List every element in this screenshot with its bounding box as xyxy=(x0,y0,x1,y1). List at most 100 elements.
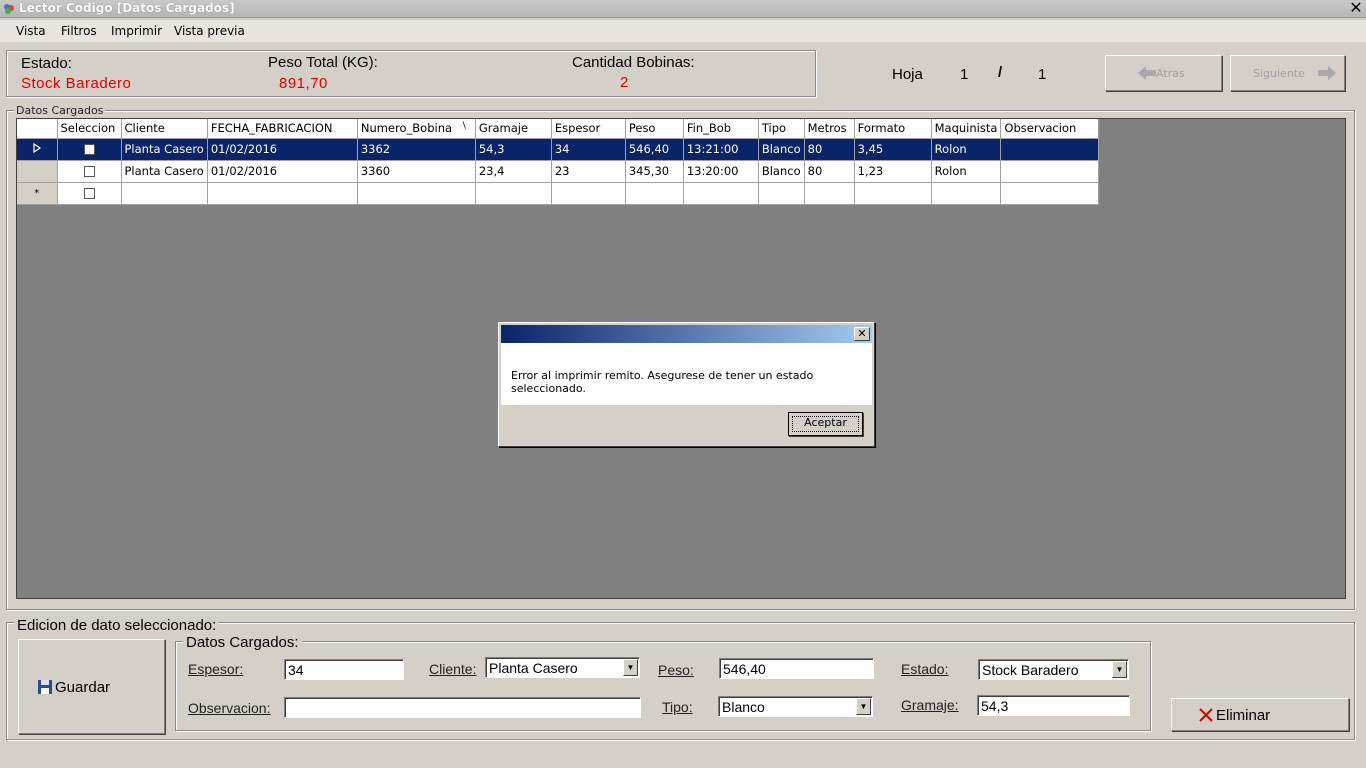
eliminar-label: Eliminar xyxy=(1216,707,1271,724)
hoja-label: Hoja xyxy=(892,66,923,83)
peso-label: Peso: xyxy=(658,662,694,678)
col-header-peso[interactable]: Peso xyxy=(625,119,684,139)
edit-group-label: Edicion de dato seleccionado: xyxy=(14,617,220,634)
cell-fin-bob[interactable]: 13:20:00 xyxy=(683,160,759,183)
estado-select[interactable]: Stock Baradero ▼ xyxy=(978,659,1129,680)
col-header-numero-bobina-label: Numero_Bobina xyxy=(360,121,453,136)
empty-cell[interactable] xyxy=(121,182,208,205)
seleccion-checkbox[interactable] xyxy=(83,166,95,177)
col-header-maquinista[interactable]: Maquinista xyxy=(931,119,1002,139)
seleccion-cell[interactable] xyxy=(57,182,122,205)
empty-cell[interactable] xyxy=(625,182,684,205)
menu-imprimir[interactable]: Imprimir xyxy=(111,24,162,38)
chevron-down-icon[interactable]: ▼ xyxy=(856,698,871,715)
cell-formato[interactable]: 3,45 xyxy=(854,138,932,161)
cantidad-bobinas-value: 2 xyxy=(620,74,629,91)
cell-observacion[interactable] xyxy=(1000,160,1100,183)
cell-cliente[interactable]: Planta Casero xyxy=(121,138,208,161)
error-dialog: ✕ Error al imprimir remito. Asegurese de… xyxy=(498,322,875,447)
peso-input[interactable]: 546,40 xyxy=(719,658,874,679)
cell-maquinista[interactable]: Rolon xyxy=(931,160,1002,183)
menu-vista[interactable]: Vista xyxy=(16,24,46,38)
col-header-formato[interactable]: Formato xyxy=(854,119,932,139)
col-header-numero-bobina[interactable]: Numero_Bobina \ xyxy=(357,119,476,139)
delete-x-icon xyxy=(1199,708,1213,722)
data-grid: Seleccion Cliente FECHA_FABRICACION Nume… xyxy=(17,119,1100,205)
col-header-espesor[interactable]: Espesor xyxy=(551,119,626,139)
col-header-gramaje[interactable]: Gramaje xyxy=(475,119,552,139)
observacion-input[interactable] xyxy=(284,697,641,718)
col-header-cliente[interactable]: Cliente xyxy=(121,119,208,139)
cell-peso[interactable]: 546,40 xyxy=(625,138,684,161)
cliente-select[interactable]: Planta Casero ▼ xyxy=(485,657,640,678)
col-header-tipo[interactable]: Tipo xyxy=(758,119,805,139)
cell-gramaje[interactable]: 23,4 xyxy=(475,160,552,183)
peso-total-value: 891,70 xyxy=(279,75,328,92)
cell-fecha[interactable]: 01/02/2016 xyxy=(207,138,358,161)
empty-cell[interactable] xyxy=(1000,182,1100,205)
espesor-input[interactable]: 34 xyxy=(284,659,404,680)
empty-cell[interactable] xyxy=(854,182,932,205)
gramaje-input[interactable]: 54,3 xyxy=(977,695,1130,716)
col-header-fin-bob[interactable]: Fin_Bob xyxy=(683,119,759,139)
menu-filtros[interactable]: Filtros xyxy=(61,24,97,38)
eliminar-button[interactable]: Eliminar xyxy=(1171,698,1349,731)
row-selector[interactable] xyxy=(17,138,58,161)
cell-tipo[interactable]: Blanco xyxy=(758,138,805,161)
empty-cell[interactable] xyxy=(758,182,805,205)
cell-metros[interactable]: 80 xyxy=(804,160,855,183)
col-header-fecha-fabricacion[interactable]: FECHA_FABRICACION xyxy=(207,119,358,139)
cell-numero-bobina[interactable]: 3360 xyxy=(357,160,476,183)
chevron-down-icon[interactable]: ▼ xyxy=(1112,661,1127,678)
cell-fecha[interactable]: 01/02/2016 xyxy=(207,160,358,183)
cell-espesor[interactable]: 34 xyxy=(551,138,626,161)
cell-espesor[interactable]: 23 xyxy=(551,160,626,183)
col-header-seleccion[interactable]: Seleccion xyxy=(57,119,122,139)
seleccion-checkbox[interactable] xyxy=(83,144,95,155)
cell-observacion[interactable] xyxy=(1000,138,1100,161)
cell-fin-bob[interactable]: 13:21:00 xyxy=(683,138,759,161)
tipo-label: Tipo: xyxy=(662,699,693,715)
dialog-message: Error al imprimir remito. Asegurese de t… xyxy=(511,369,814,395)
empty-cell[interactable] xyxy=(357,182,476,205)
peso-total-label: Peso Total (KG): xyxy=(268,54,378,71)
atras-button[interactable]: Atras xyxy=(1105,55,1222,91)
table-row[interactable]: Planta Casero 01/02/2016 3362 54,3 34 54… xyxy=(17,138,1100,161)
menu-bar: Vista Filtros Imprimir Vista previa xyxy=(0,20,1366,42)
seleccion-checkbox[interactable] xyxy=(83,188,95,199)
window-close-icon[interactable]: ✕ xyxy=(1348,0,1364,16)
cell-metros[interactable]: 80 xyxy=(804,138,855,161)
guardar-button[interactable]: Guardar xyxy=(18,639,165,734)
cell-numero-bobina[interactable]: 3362 xyxy=(357,138,476,161)
empty-cell[interactable] xyxy=(207,182,358,205)
new-row[interactable]: * xyxy=(17,182,1100,205)
dialog-close-icon[interactable]: ✕ xyxy=(854,327,870,341)
tipo-select[interactable]: Blanco ▼ xyxy=(718,696,873,717)
seleccion-cell[interactable] xyxy=(57,138,122,161)
chevron-down-icon[interactable]: ▼ xyxy=(623,659,638,676)
seleccion-cell[interactable] xyxy=(57,160,122,183)
empty-cell[interactable] xyxy=(475,182,552,205)
col-header-metros[interactable]: Metros xyxy=(804,119,855,139)
row-selector[interactable] xyxy=(17,160,58,183)
tipo-selected-value: Blanco xyxy=(722,699,765,715)
aceptar-button[interactable]: Aceptar xyxy=(788,412,863,436)
cell-gramaje[interactable]: 54,3 xyxy=(475,138,552,161)
hoja-separator: / xyxy=(998,64,1003,81)
empty-cell[interactable] xyxy=(931,182,1002,205)
estado-selected-value: Stock Baradero xyxy=(982,662,1079,678)
cell-formato[interactable]: 1,23 xyxy=(854,160,932,183)
menu-vista-previa[interactable]: Vista previa xyxy=(174,24,245,38)
col-header-observacion[interactable]: Observacion xyxy=(1000,119,1100,139)
current-row-arrow-icon xyxy=(33,142,41,154)
cell-maquinista[interactable]: Rolon xyxy=(931,138,1002,161)
cell-tipo[interactable]: Blanco xyxy=(758,160,805,183)
empty-cell[interactable] xyxy=(551,182,626,205)
cliente-selected-value: Planta Casero xyxy=(489,660,578,676)
siguiente-button[interactable]: Siguiente xyxy=(1230,55,1345,91)
empty-cell[interactable] xyxy=(804,182,855,205)
empty-cell[interactable] xyxy=(683,182,759,205)
table-row[interactable]: Planta Casero 01/02/2016 3360 23,4 23 34… xyxy=(17,160,1100,183)
cell-cliente[interactable]: Planta Casero xyxy=(121,160,208,183)
cell-peso[interactable]: 345,30 xyxy=(625,160,684,183)
